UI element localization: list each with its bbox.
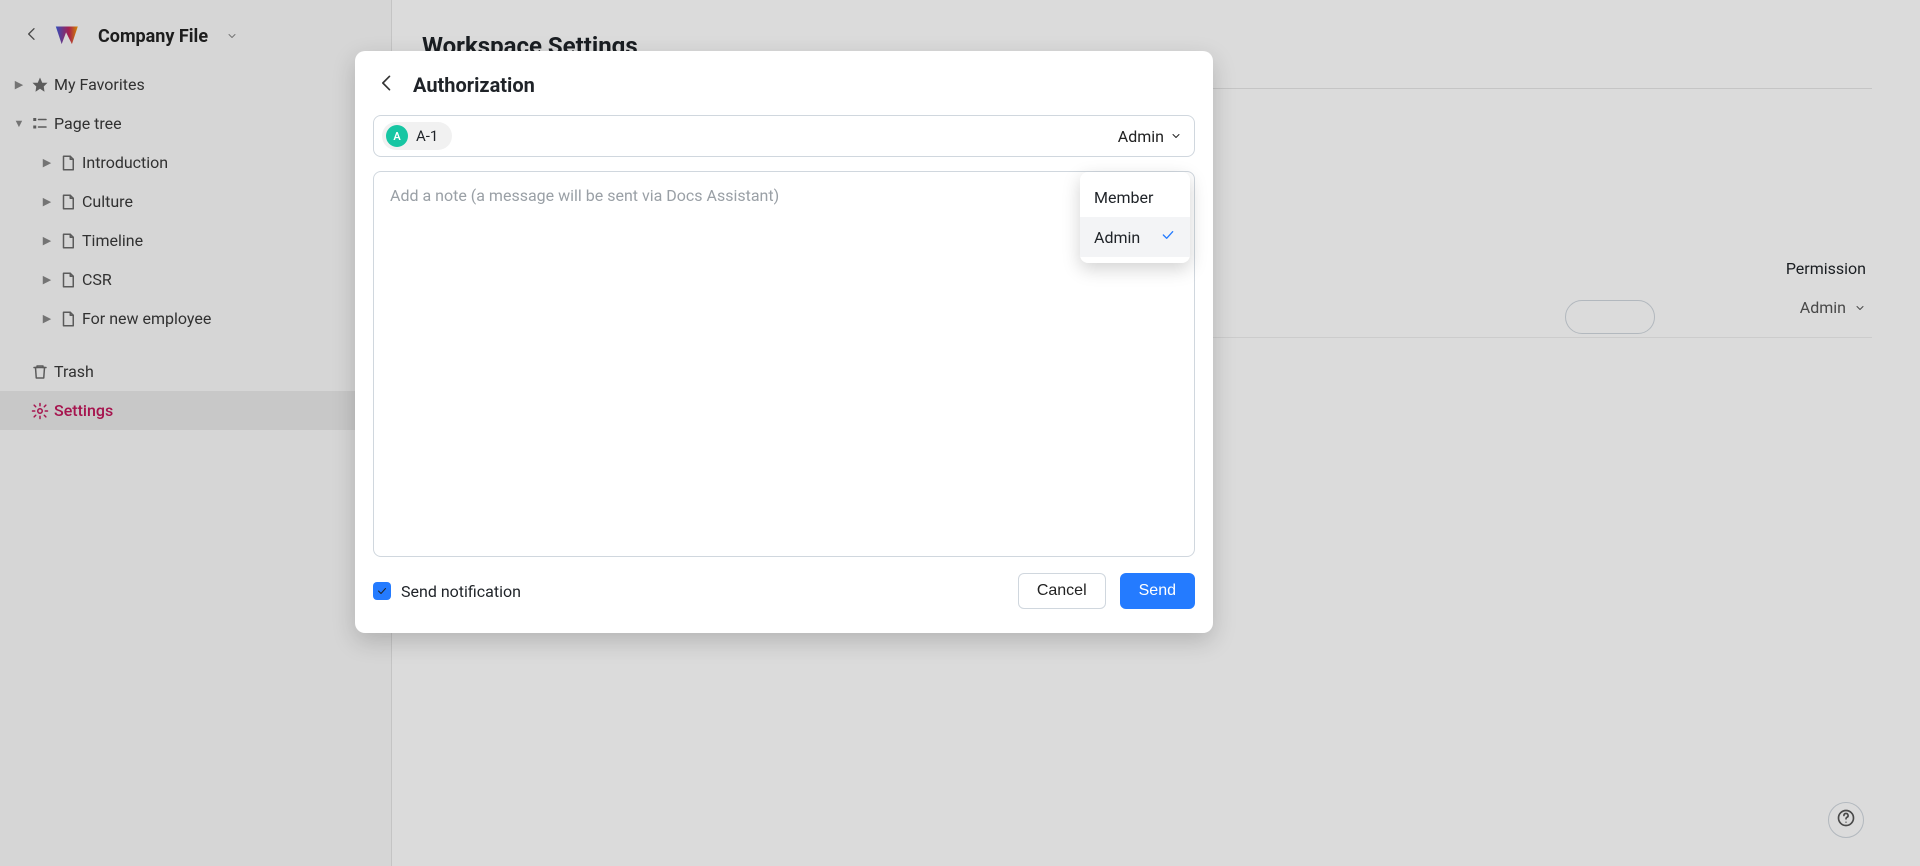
role-dropdown-trigger[interactable]: Admin [1118, 127, 1182, 146]
caret-right-icon: ▶ [38, 195, 56, 208]
role-option[interactable]: Member [1080, 178, 1190, 217]
workspace-selector[interactable]: Company File [0, 0, 391, 59]
chevron-down-icon [1854, 302, 1866, 314]
modal-title: Authorization [413, 73, 535, 97]
sidebar-favorites[interactable]: ▶ My Favorites [0, 65, 391, 104]
avatar: A [386, 125, 408, 147]
tree-icon [28, 115, 52, 133]
sidebar-item-label: CSR [82, 270, 112, 289]
recipient-name: A-1 [416, 127, 438, 145]
sidebar-page-item[interactable]: ▶ Timeline [28, 221, 391, 260]
workspace-name: Company File [98, 26, 208, 47]
help-button[interactable] [1828, 802, 1864, 838]
search-pill[interactable] [1565, 300, 1655, 334]
caret-right-icon: ▶ [38, 273, 56, 286]
sidebar: Company File ▶ My Favorites ▼ Page tree [0, 0, 392, 866]
caret-right-icon: ▶ [10, 78, 28, 91]
role-option[interactable]: Admin [1080, 217, 1190, 257]
role-dropdown: Member Admin [1080, 172, 1190, 263]
sidebar-trash[interactable]: Trash [0, 352, 391, 391]
check-icon [1160, 227, 1176, 247]
send-button[interactable]: Send [1120, 573, 1195, 609]
role-option-label: Admin [1094, 228, 1140, 247]
sidebar-item-label: Settings [54, 401, 113, 420]
sidebar-pagetree[interactable]: ▼ Page tree [0, 104, 391, 143]
star-icon [28, 76, 52, 94]
note-input[interactable] [374, 172, 1194, 556]
role-option-label: Member [1094, 188, 1153, 207]
sidebar-page-item[interactable]: ▶ CSR [28, 260, 391, 299]
caret-down-icon: ▼ [10, 117, 28, 130]
permission-role[interactable]: Admin [1800, 298, 1866, 317]
sidebar-settings[interactable]: Settings [0, 391, 391, 430]
chevron-down-icon [226, 27, 238, 46]
page-icon [56, 193, 80, 211]
sidebar-item-label: My Favorites [54, 75, 145, 94]
gear-icon [28, 402, 52, 420]
sidebar-item-label: For new employee [82, 309, 211, 328]
help-icon [1836, 808, 1856, 832]
logo-icon [54, 25, 84, 47]
sidebar-page-item[interactable]: ▶ For new employee [28, 299, 391, 338]
note-field [373, 171, 1195, 557]
caret-right-icon: ▶ [38, 156, 56, 169]
checkbox-checked-icon [373, 582, 391, 600]
page-icon [56, 271, 80, 289]
cancel-button[interactable]: Cancel [1018, 573, 1106, 609]
chevron-down-icon [1170, 130, 1182, 142]
sidebar-item-label: Page tree [54, 114, 122, 133]
page-icon [56, 310, 80, 328]
notify-label: Send notification [401, 582, 521, 601]
sidebar-item-label: Introduction [82, 153, 168, 172]
back-icon[interactable] [24, 26, 40, 46]
page-icon [56, 154, 80, 172]
pagetree-children: ▶ Introduction ▶ Culture ▶ Timeline ▶ CSR ▶ For n… [0, 143, 391, 338]
page-icon [56, 232, 80, 250]
sidebar-page-item[interactable]: ▶ Introduction [28, 143, 391, 182]
trash-icon [28, 363, 52, 381]
authorization-modal: Authorization A A-1 Admin Send notificat… [355, 51, 1213, 633]
sidebar-page-item[interactable]: ▶ Culture [28, 182, 391, 221]
recipient-chip[interactable]: A A-1 [382, 122, 452, 150]
sidebar-item-label: Culture [82, 192, 133, 211]
sidebar-item-label: Timeline [82, 231, 143, 250]
caret-right-icon: ▶ [38, 234, 56, 247]
recipient-bar[interactable]: A A-1 Admin [373, 115, 1195, 157]
modal-back-icon[interactable] [377, 73, 397, 97]
send-notification-toggle[interactable]: Send notification [373, 582, 521, 601]
sidebar-item-label: Trash [54, 362, 94, 381]
caret-right-icon: ▶ [38, 312, 56, 325]
